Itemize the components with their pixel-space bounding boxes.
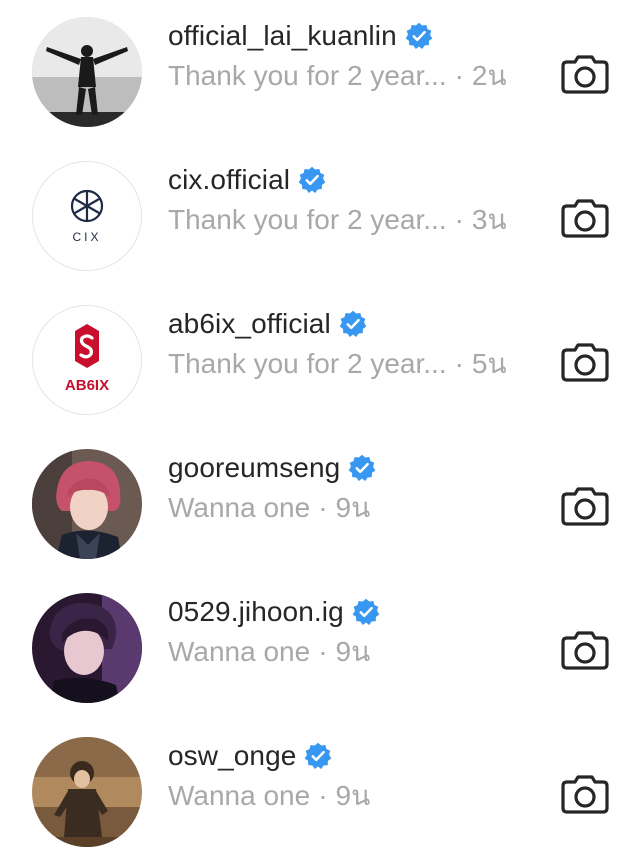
separator-dot: · [318, 636, 328, 667]
verified-badge-icon [305, 742, 332, 769]
separator-dot: · [318, 492, 328, 523]
username: 0529.jihoon.ig [168, 596, 344, 627]
list-item[interactable]: official_lai_kuanlin Thank you for 2 yea… [0, 0, 640, 144]
cix-logo-text: CIX [72, 230, 101, 244]
timestamp: 9น [335, 636, 371, 667]
username: gooreumseng [168, 452, 341, 483]
message-preview: Wanna one [168, 780, 311, 811]
avatar[interactable]: AB6IX [32, 305, 142, 415]
list-item[interactable]: osw_onge Wanna one · 9น [0, 720, 640, 864]
username: cix.official [168, 164, 291, 195]
separator-dot: · [318, 780, 328, 811]
message-preview: Thank you for 2 year... [168, 60, 447, 91]
timestamp: 5น [471, 348, 507, 379]
timestamp: 9น [335, 780, 371, 811]
list-item[interactable]: gooreumseng Wanna one · 9น [0, 432, 640, 576]
username: official_lai_kuanlin [168, 20, 397, 51]
message-preview: Thank you for 2 year... [168, 204, 447, 235]
username: osw_onge [168, 740, 297, 771]
verified-badge-icon [352, 598, 380, 625]
ab6ix-logo-text: AB6IX [65, 377, 109, 394]
avatar[interactable] [32, 737, 142, 847]
verified-badge-icon [298, 166, 326, 193]
separator-dot: · [454, 60, 464, 91]
avatar[interactable] [32, 593, 142, 703]
separator-dot: · [454, 204, 464, 235]
camera-icon[interactable] [560, 336, 610, 386]
avatar[interactable] [32, 449, 142, 559]
timestamp: 2น [471, 60, 507, 91]
list-item[interactable]: AB6IX ab6ix_official Thank you for 2 yea… [0, 288, 640, 432]
message-preview: Thank you for 2 year... [168, 348, 447, 379]
verified-badge-icon [339, 310, 367, 337]
timestamp: 9น [335, 492, 371, 523]
camera-icon[interactable] [560, 48, 610, 98]
message-preview: Wanna one [168, 492, 311, 523]
direct-message-list: official_lai_kuanlin Thank you for 2 yea… [0, 0, 640, 848]
timestamp: 3น [471, 204, 507, 235]
list-item[interactable]: CIX cix.official Thank you for 2 year...… [0, 144, 640, 288]
camera-icon[interactable] [560, 480, 610, 530]
avatar[interactable] [32, 17, 142, 127]
verified-badge-icon [349, 454, 376, 481]
avatar[interactable]: CIX [32, 161, 142, 271]
message-preview: Wanna one [168, 636, 311, 667]
separator-dot: · [454, 348, 464, 379]
verified-badge-icon [405, 22, 433, 49]
camera-icon[interactable] [560, 192, 610, 242]
camera-icon[interactable] [560, 624, 610, 674]
camera-icon[interactable] [560, 768, 610, 818]
list-item[interactable]: 0529.jihoon.ig Wanna one · 9น [0, 576, 640, 720]
username: ab6ix_official [168, 308, 331, 339]
